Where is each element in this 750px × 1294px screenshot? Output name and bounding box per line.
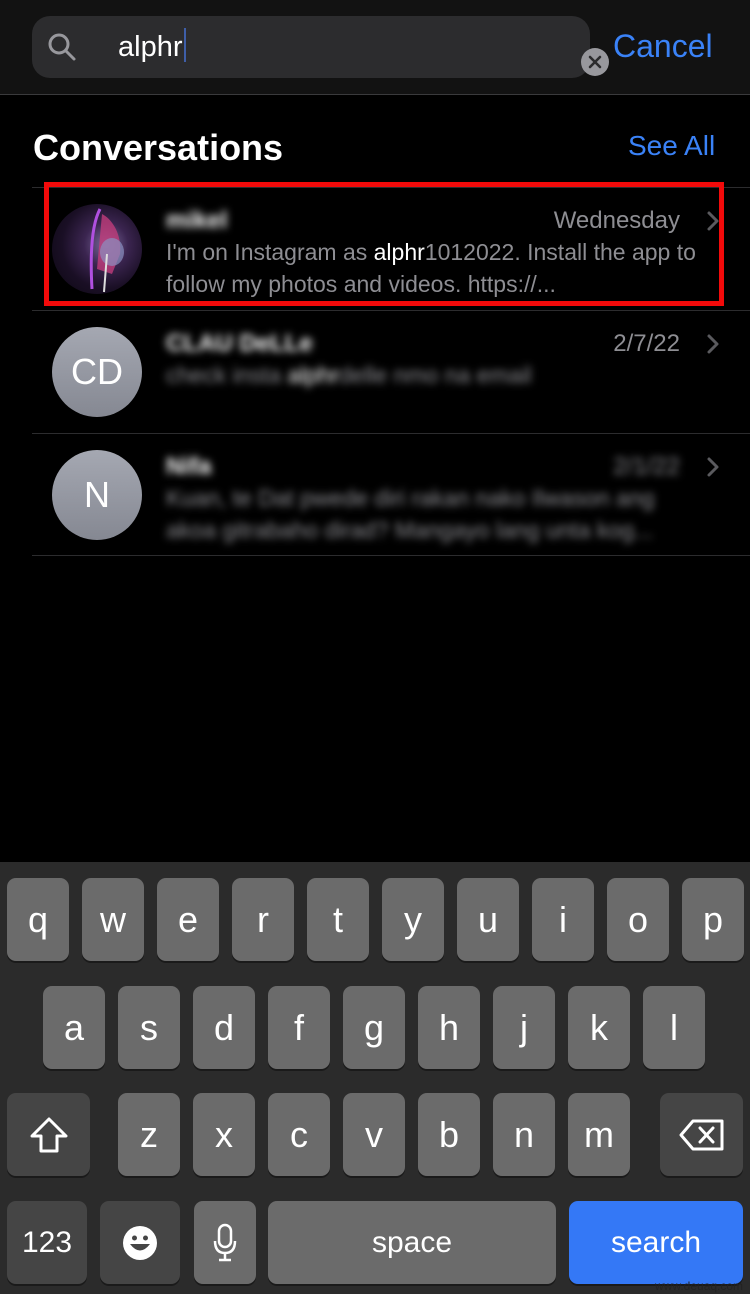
backspace-icon [679, 1119, 723, 1150]
search-icon [48, 33, 76, 61]
key-r[interactable]: r [232, 878, 294, 961]
key-y[interactable]: y [382, 878, 444, 961]
key-n[interactable]: n [493, 1093, 555, 1176]
shift-key[interactable] [7, 1093, 90, 1176]
key-p[interactable]: p [682, 878, 744, 961]
see-all-button[interactable]: See All [628, 128, 715, 164]
key-q[interactable]: q [7, 878, 69, 961]
key-f[interactable]: f [268, 986, 330, 1069]
microphone-icon [213, 1223, 237, 1261]
key-v[interactable]: v [343, 1093, 405, 1176]
key-o[interactable]: o [607, 878, 669, 961]
key-w[interactable]: w [82, 878, 144, 961]
message-preview: Kuan, te Dat pwede diri rakan nako Ilwas… [166, 485, 655, 543]
watermark: www.deuaq.com [655, 1279, 744, 1293]
conversation-date: 2/1/22 [613, 453, 680, 480]
key-j[interactable]: j [493, 986, 555, 1069]
search-query: alphr [118, 28, 186, 66]
emoji-icon [123, 1225, 157, 1260]
avatar: CD [52, 327, 142, 417]
search-header: alphr Cancel [0, 0, 750, 95]
search-input[interactable]: alphr [32, 16, 609, 78]
cancel-button[interactable]: Cancel [613, 26, 713, 66]
key-m[interactable]: m [568, 1093, 630, 1176]
key-i[interactable]: i [532, 878, 594, 961]
key-z[interactable]: z [118, 1093, 180, 1176]
keyboard: 123 space search qwertyuiop asdfghjkl zxcv… [0, 862, 750, 1294]
conversation-date: 2/7/22 [613, 330, 680, 357]
key-c[interactable]: c [268, 1093, 330, 1176]
key-u[interactable]: u [457, 878, 519, 961]
backspace-key[interactable] [660, 1093, 743, 1176]
conversation-row[interactable]: CD CLAU DeLLe 2/7/22 check insta alphrde… [32, 310, 750, 433]
key-a[interactable]: a [43, 986, 105, 1069]
contact-name: Nifa [166, 453, 212, 480]
annotation-highlight-box [44, 182, 724, 306]
key-g[interactable]: g [343, 986, 405, 1069]
search-key[interactable]: search [569, 1201, 743, 1284]
numbers-key[interactable]: 123 [7, 1201, 87, 1284]
divider [32, 555, 750, 556]
key-b[interactable]: b [418, 1093, 480, 1176]
conversation-row[interactable]: N Nifa 2/1/22 Kuan, te Dat pwede diri ra… [32, 433, 750, 556]
text-caret [183, 28, 186, 62]
key-t[interactable]: t [307, 878, 369, 961]
space-key[interactable]: space [268, 1201, 556, 1284]
key-d[interactable]: d [193, 986, 255, 1069]
section-title: Conversations [33, 127, 284, 168]
key-l[interactable]: l [643, 986, 705, 1069]
shift-icon [30, 1117, 67, 1152]
clear-search-button[interactable] [581, 48, 609, 76]
chevron-right-icon [707, 334, 719, 354]
key-x[interactable]: x [193, 1093, 255, 1176]
message-preview: check insta alphrdelle nmo na email [166, 362, 532, 388]
dictation-key[interactable] [194, 1201, 256, 1284]
key-e[interactable]: e [157, 878, 219, 961]
close-icon [588, 55, 602, 69]
chevron-right-icon [707, 457, 719, 477]
key-k[interactable]: k [568, 986, 630, 1069]
key-s[interactable]: s [118, 986, 180, 1069]
emoji-key[interactable] [100, 1201, 180, 1284]
avatar: N [52, 450, 142, 540]
contact-name: CLAU DeLLe [166, 330, 313, 357]
key-h[interactable]: h [418, 986, 480, 1069]
